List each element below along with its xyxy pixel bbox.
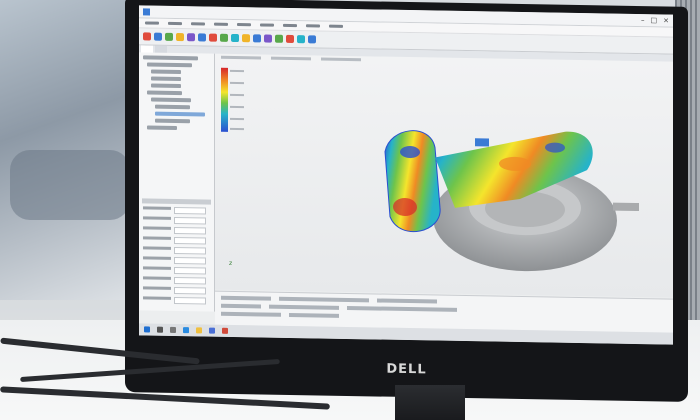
property-row	[143, 296, 210, 305]
property-value[interactable]	[174, 296, 206, 305]
menu-item[interactable]	[145, 21, 159, 25]
property-value[interactable]	[174, 246, 206, 255]
menu-item[interactable]	[329, 24, 343, 28]
property-row	[143, 276, 210, 285]
property-row	[143, 286, 210, 295]
model-tree-panel	[139, 52, 215, 312]
toolbar-button-icon[interactable]	[220, 33, 228, 42]
monitor-brand-logo: DELL	[386, 361, 427, 378]
store-icon[interactable]	[209, 327, 215, 334]
property-row	[143, 226, 210, 235]
property-value[interactable]	[174, 266, 206, 275]
tree-item[interactable]	[151, 69, 181, 75]
tree-item[interactable]	[155, 118, 190, 124]
tree-item[interactable]	[147, 62, 192, 68]
property-value[interactable]	[174, 286, 206, 295]
folder-icon[interactable]	[196, 327, 202, 334]
tree-item-selected[interactable]	[155, 111, 205, 117]
property-value[interactable]	[174, 206, 206, 215]
search-icon[interactable]	[157, 326, 163, 333]
toolbar-button-icon[interactable]	[242, 34, 250, 43]
minimize-icon[interactable]: –	[641, 16, 645, 24]
toolbar-button-icon[interactable]	[143, 32, 151, 41]
maximize-icon[interactable]: □	[651, 16, 658, 24]
axis-triad: z	[229, 259, 233, 267]
property-value[interactable]	[174, 216, 206, 225]
menu-item[interactable]	[306, 24, 320, 28]
3d-viewport[interactable]: z	[215, 53, 673, 298]
screen: – □ × z	[139, 5, 673, 345]
property-row	[143, 246, 210, 255]
toolbar-button-icon[interactable]	[165, 32, 173, 41]
property-value[interactable]	[174, 276, 206, 285]
property-row	[143, 236, 210, 245]
menu-item[interactable]	[168, 21, 182, 26]
menu-item[interactable]	[260, 23, 274, 27]
tree-item[interactable]	[147, 125, 177, 130]
tree-item[interactable]	[151, 76, 181, 82]
property-row	[143, 206, 210, 215]
tree-item[interactable]	[151, 83, 181, 89]
toolbar-button-icon[interactable]	[154, 32, 162, 41]
properties-header	[142, 198, 211, 205]
toolbar-button-icon[interactable]	[176, 32, 184, 42]
windows-start-icon[interactable]	[144, 326, 150, 333]
tree-item[interactable]	[147, 90, 182, 96]
toolbar-button-icon[interactable]	[231, 33, 239, 43]
menu-item[interactable]	[283, 23, 297, 28]
property-row	[143, 266, 210, 275]
simulation-model-view	[384, 130, 639, 272]
edge-icon[interactable]	[183, 327, 189, 334]
menu-item[interactable]	[191, 22, 205, 26]
close-icon[interactable]: ×	[663, 16, 669, 24]
toolbar-button-icon[interactable]	[198, 33, 206, 42]
monitor: – □ × z DELL	[125, 0, 688, 402]
tree-item[interactable]	[143, 55, 198, 61]
task-view-icon[interactable]	[170, 326, 176, 333]
menu-item[interactable]	[214, 22, 228, 26]
tree-item[interactable]	[155, 104, 190, 110]
toolbar-button-icon[interactable]	[264, 34, 272, 43]
property-row	[143, 216, 210, 225]
property-value[interactable]	[174, 236, 206, 245]
app-icon	[143, 7, 150, 16]
toolbar-button-icon[interactable]	[275, 34, 283, 43]
monitor-stand	[395, 385, 465, 420]
menu-item[interactable]	[237, 23, 251, 27]
toolbar-button-icon[interactable]	[308, 35, 316, 44]
toolbar-button-icon[interactable]	[286, 34, 294, 44]
property-value[interactable]	[174, 256, 206, 265]
toolbar-button-icon[interactable]	[253, 34, 261, 43]
toolbar-button-icon[interactable]	[297, 35, 305, 44]
app-icon[interactable]	[222, 327, 228, 334]
property-value[interactable]	[174, 226, 206, 235]
property-row	[143, 256, 210, 265]
toolbar-button-icon[interactable]	[187, 33, 195, 42]
tree-item[interactable]	[151, 97, 191, 103]
toolbar-button-icon[interactable]	[209, 33, 217, 42]
